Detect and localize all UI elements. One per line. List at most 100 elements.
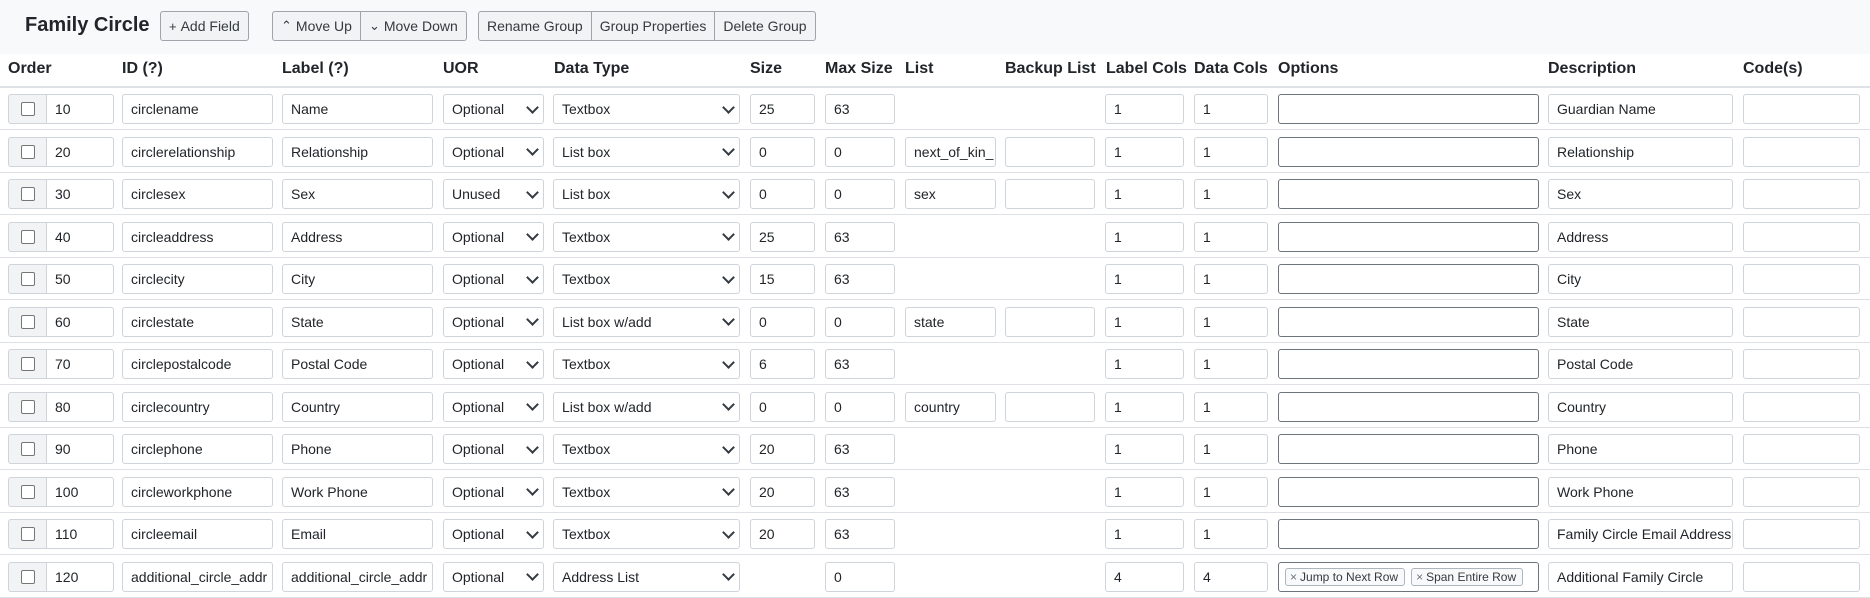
label-input[interactable]: Country (282, 391, 433, 422)
move-up-button[interactable]: ⌃ Move Up (272, 11, 361, 41)
label-cols-input[interactable]: 4 (1105, 561, 1184, 592)
data-type-select[interactable]: List box (553, 179, 740, 209)
header-label[interactable]: Label (?) (282, 60, 349, 78)
options-input[interactable] (1278, 519, 1539, 549)
row-select-checkbox[interactable] (20, 569, 35, 584)
row-select-checkbox[interactable] (20, 272, 35, 286)
backup-list-input[interactable] (1005, 306, 1095, 337)
uor-select[interactable]: Optional (443, 264, 544, 294)
data-cols-input[interactable]: 1 (1194, 391, 1268, 422)
options-input[interactable] (1278, 391, 1539, 422)
codes-input[interactable] (1743, 434, 1860, 464)
size-input[interactable]: 20 (750, 519, 815, 549)
label-cols-input[interactable]: 1 (1105, 94, 1184, 124)
remove-icon[interactable]: × (1416, 570, 1423, 584)
max-size-input[interactable]: 0 (825, 391, 895, 422)
description-input[interactable]: Sex (1548, 179, 1733, 209)
row-select-checkbox[interactable] (20, 314, 35, 329)
data-cols-input[interactable]: 1 (1194, 349, 1268, 379)
description-input[interactable]: Work Phone (1548, 476, 1733, 507)
label-input[interactable]: additional_circle_addr (282, 561, 433, 592)
description-input[interactable]: Country (1548, 391, 1733, 422)
label-input[interactable]: Work Phone (282, 476, 433, 507)
size-input[interactable]: 0 (750, 136, 815, 167)
order-input[interactable]: 100 (46, 476, 114, 507)
uor-select[interactable]: Optional (443, 519, 544, 549)
options-input[interactable] (1278, 476, 1539, 507)
list-input[interactable]: sex (905, 179, 996, 209)
backup-list-input[interactable] (1005, 179, 1095, 209)
label-input[interactable]: City (282, 264, 433, 294)
max-size-input[interactable]: 0 (825, 561, 895, 592)
options-input[interactable]: × Jump to Next Row × Span Entire Row (1278, 561, 1539, 592)
max-size-input[interactable]: 0 (825, 306, 895, 337)
remove-icon[interactable]: × (1290, 570, 1297, 584)
label-cols-input[interactable]: 1 (1105, 136, 1184, 167)
label-cols-input[interactable]: 1 (1105, 306, 1184, 337)
row-select-checkbox[interactable] (20, 442, 35, 456)
description-input[interactable]: City (1548, 264, 1733, 294)
size-input[interactable]: 25 (750, 94, 815, 124)
data-type-select[interactable]: List box (553, 136, 740, 167)
order-input[interactable]: 80 (46, 391, 114, 422)
codes-input[interactable] (1743, 391, 1860, 422)
backup-list-input[interactable] (1005, 391, 1095, 422)
row-select-checkbox[interactable] (20, 102, 35, 116)
backup-list-input[interactable] (1005, 136, 1095, 167)
codes-input[interactable] (1743, 94, 1860, 124)
description-input[interactable]: Phone (1548, 434, 1733, 464)
uor-select[interactable]: Optional (443, 306, 544, 337)
description-input[interactable]: Additional Family Circle (1548, 561, 1733, 592)
header-id[interactable]: ID (?) (122, 60, 163, 78)
description-input[interactable]: Postal Code (1548, 349, 1733, 379)
options-input[interactable] (1278, 434, 1539, 464)
description-input[interactable]: Address (1548, 221, 1733, 252)
options-input[interactable] (1278, 306, 1539, 337)
data-type-select[interactable]: List box w/add (553, 306, 740, 337)
options-input[interactable] (1278, 349, 1539, 379)
data-cols-input[interactable]: 1 (1194, 136, 1268, 167)
row-select-checkbox[interactable] (20, 187, 35, 201)
size-input[interactable]: 15 (750, 264, 815, 294)
codes-input[interactable] (1743, 561, 1860, 592)
size-input[interactable]: 20 (750, 476, 815, 507)
label-input[interactable]: Postal Code (282, 349, 433, 379)
id-input[interactable]: circlename (122, 94, 273, 124)
data-cols-input[interactable]: 1 (1194, 306, 1268, 337)
size-input[interactable]: 0 (750, 391, 815, 422)
codes-input[interactable] (1743, 221, 1860, 252)
codes-input[interactable] (1743, 519, 1860, 549)
data-cols-input[interactable]: 1 (1194, 264, 1268, 294)
codes-input[interactable] (1743, 306, 1860, 337)
order-input[interactable]: 30 (46, 179, 114, 209)
label-input[interactable]: Email (282, 519, 433, 549)
id-input[interactable]: circlerelationship (122, 136, 273, 167)
label-cols-input[interactable]: 1 (1105, 434, 1184, 464)
options-input[interactable] (1278, 136, 1539, 167)
uor-select[interactable]: Unused (443, 179, 544, 209)
size-input[interactable]: 6 (750, 349, 815, 379)
id-input[interactable]: additional_circle_addr (122, 561, 273, 592)
label-input[interactable]: Address (282, 221, 433, 252)
uor-select[interactable]: Optional (443, 94, 544, 124)
data-type-select[interactable]: Textbox (553, 264, 740, 294)
max-size-input[interactable]: 63 (825, 519, 895, 549)
row-select-checkbox[interactable] (20, 399, 35, 414)
description-input[interactable]: Relationship (1548, 136, 1733, 167)
label-cols-input[interactable]: 1 (1105, 179, 1184, 209)
id-input[interactable]: circleworkphone (122, 476, 273, 507)
id-input[interactable]: circlecountry (122, 391, 273, 422)
uor-select[interactable]: Optional (443, 434, 544, 464)
label-cols-input[interactable]: 1 (1105, 221, 1184, 252)
max-size-input[interactable]: 63 (825, 94, 895, 124)
uor-select[interactable]: Optional (443, 476, 544, 507)
data-type-select[interactable]: Textbox (553, 349, 740, 379)
uor-select[interactable]: Optional (443, 561, 544, 592)
label-input[interactable]: Sex (282, 179, 433, 209)
data-cols-input[interactable]: 1 (1194, 519, 1268, 549)
data-cols-input[interactable]: 1 (1194, 476, 1268, 507)
uor-select[interactable]: Optional (443, 221, 544, 252)
codes-input[interactable] (1743, 136, 1860, 167)
options-input[interactable] (1278, 179, 1539, 209)
size-input[interactable]: 0 (750, 306, 815, 337)
